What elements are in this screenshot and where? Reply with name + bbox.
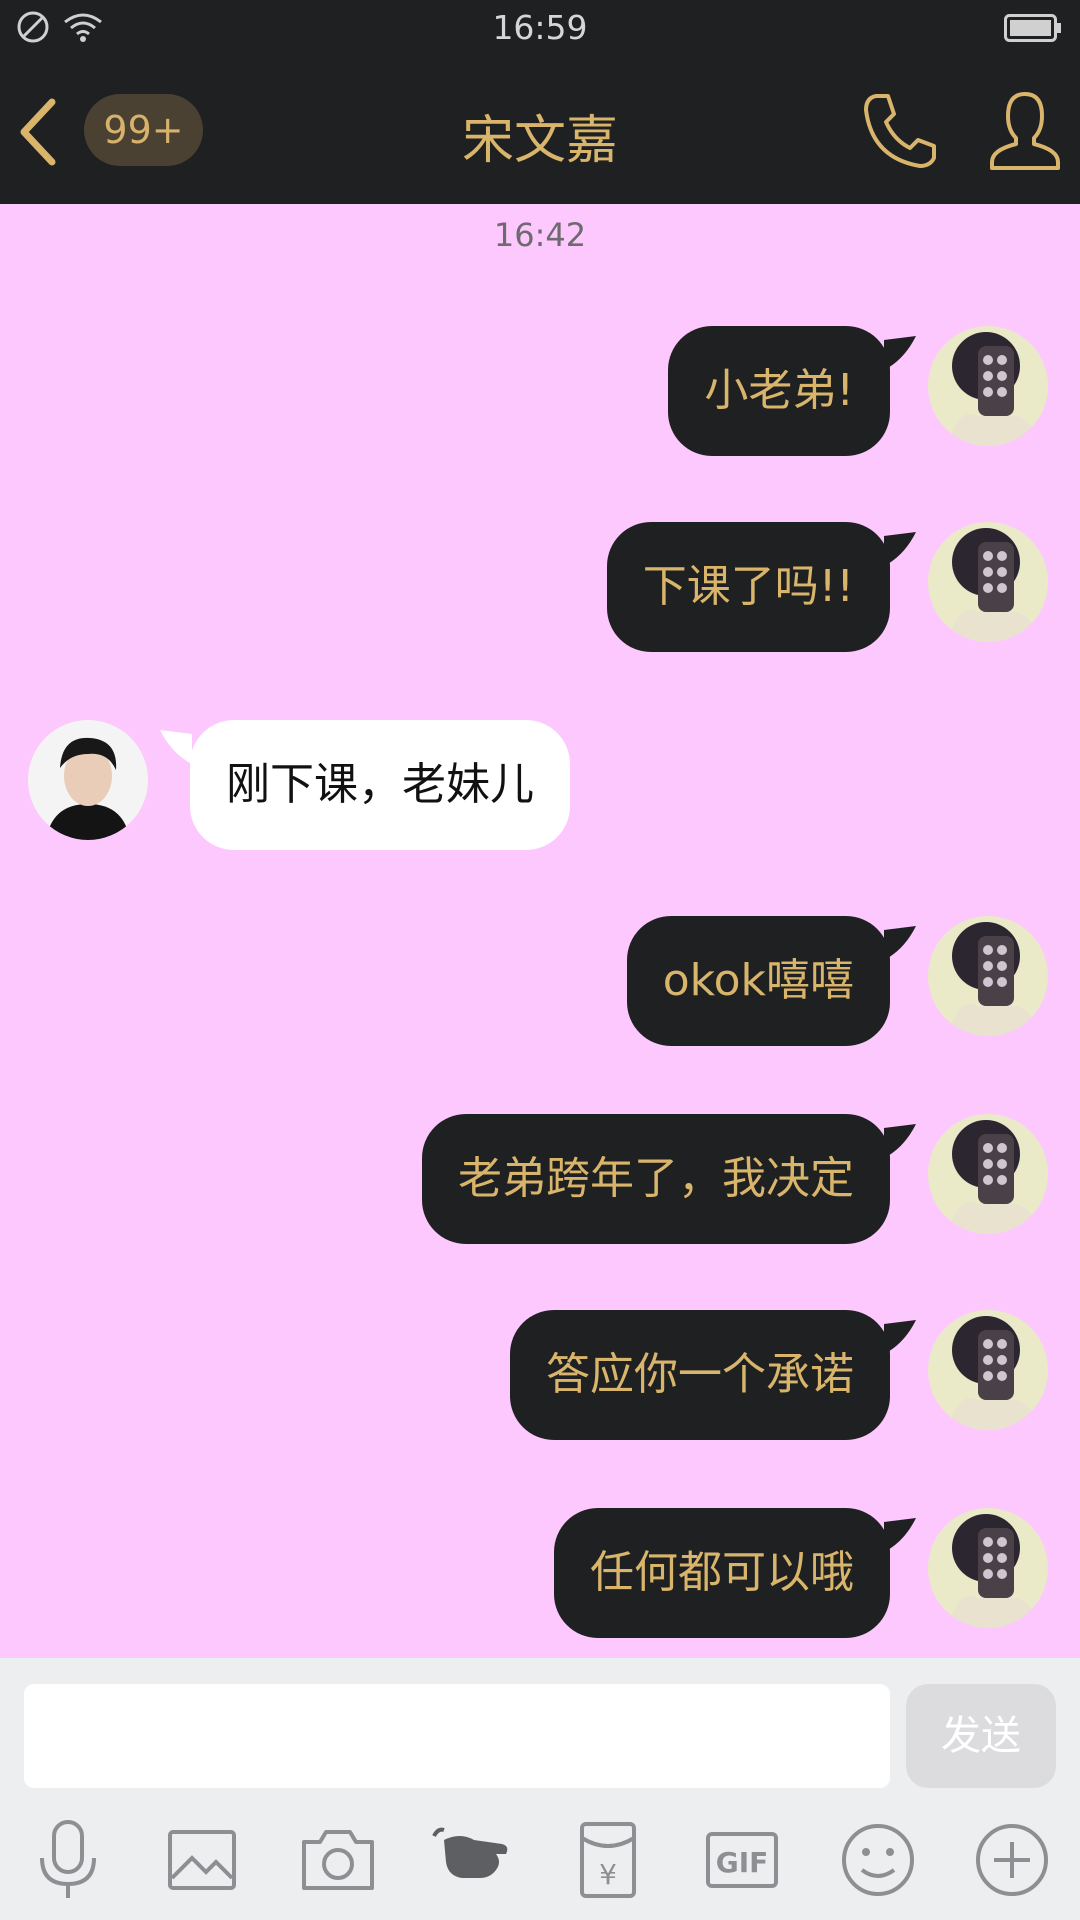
phone-call-icon[interactable] [862,90,938,170]
my-avatar[interactable] [928,1114,1048,1234]
bubble-tail [160,730,192,764]
my-avatar[interactable] [928,1508,1048,1628]
message-timestamp: 16:42 [493,216,587,254]
bubble-tail [884,1518,916,1552]
bubble-tail [884,336,916,370]
contact-avatar[interactable] [28,720,148,840]
red-packet-icon[interactable]: ¥ [566,1818,650,1902]
outgoing-message-bubble[interactable]: 小老弟! [668,326,890,456]
outgoing-message-bubble[interactable]: 答应你一个承诺 [510,1310,890,1440]
outgoing-message-bubble[interactable]: 老弟跨年了，我决定 [422,1114,890,1244]
send-button[interactable]: 发送 [906,1684,1056,1788]
status-bar: 16:59 [0,0,1080,58]
message-row-outgoing: okok嘻嘻 [0,916,1080,1046]
contact-profile-icon[interactable] [988,90,1062,172]
svg-text:GIF: GIF [716,1846,769,1879]
status-time: 16:59 [492,8,588,47]
camera-icon[interactable] [296,1818,380,1902]
bubble-tail [884,1124,916,1158]
image-icon[interactable] [160,1818,244,1902]
bubble-tail [884,1320,916,1354]
my-avatar[interactable] [928,522,1048,642]
message-row-incoming: 刚下课，老妹儿 [0,720,1080,850]
bubble-tail [884,926,916,960]
message-row-outgoing: 老弟跨年了，我决定 [0,1114,1080,1244]
message-row-outgoing: 答应你一个承诺 [0,1310,1080,1440]
outgoing-message-bubble[interactable]: 任何都可以哦 [554,1508,890,1638]
chat-message-list[interactable]: 16:42 小老弟! 下课了吗!! 刚下课，老妹儿 okok嘻嘻 老弟跨年了，我… [0,204,1080,1658]
emoji-icon[interactable] [836,1818,920,1902]
plus-icon[interactable] [970,1818,1054,1902]
outgoing-message-bubble[interactable]: 下课了吗!! [606,522,890,652]
incoming-message-bubble[interactable]: 刚下课，老妹儿 [190,720,570,850]
my-avatar[interactable] [928,916,1048,1036]
my-avatar[interactable] [928,326,1048,446]
microphone-icon[interactable] [26,1818,110,1902]
message-row-outgoing: 小老弟! [0,326,1080,456]
message-row-outgoing: 任何都可以哦 [0,1508,1080,1638]
message-row-outgoing: 下课了吗!! [0,522,1080,652]
input-bar: 发送 ¥ GIF [0,1658,1080,1920]
message-input[interactable] [24,1684,890,1788]
gif-icon[interactable]: GIF [700,1818,784,1902]
poke-hand-icon[interactable] [430,1818,514,1902]
svg-text:¥: ¥ [599,1858,617,1891]
outgoing-message-bubble[interactable]: okok嘻嘻 [626,916,890,1046]
my-avatar[interactable] [928,1310,1048,1430]
battery-icon [1004,14,1061,42]
bubble-tail [884,532,916,566]
chat-header: 99+ 宋文嘉 [0,58,1080,204]
